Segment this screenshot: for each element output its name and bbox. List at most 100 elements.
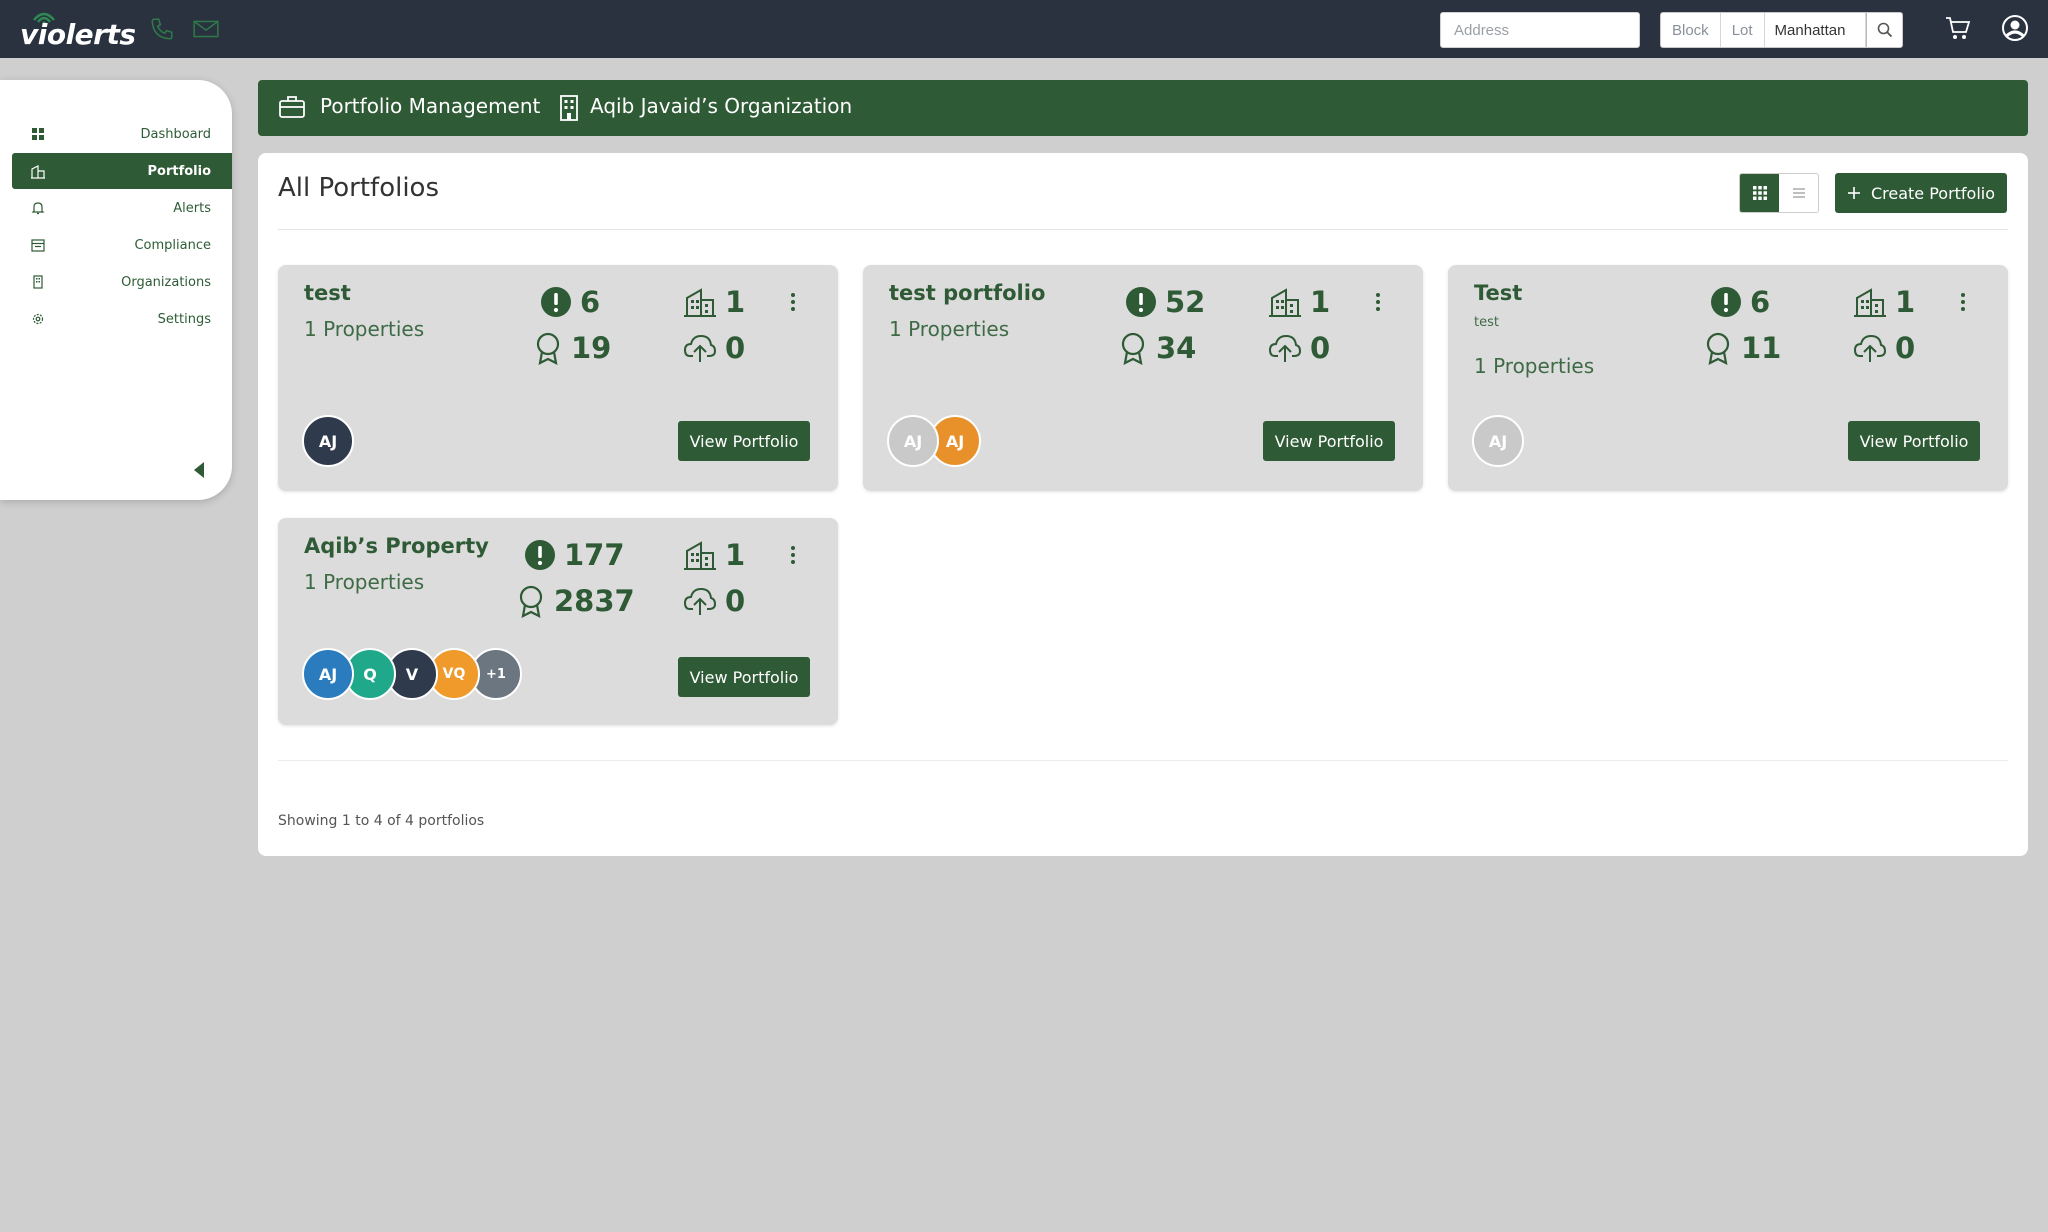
more-options-icon[interactable]	[788, 544, 798, 566]
members-avatars: AJ	[1472, 415, 1524, 467]
create-portfolio-label: Create Portfolio	[1870, 183, 1996, 203]
uploads-count: 0	[725, 331, 746, 365]
cloud-upload-icon	[1853, 334, 1887, 362]
section-title: Portfolio Management	[320, 94, 541, 118]
mail-icon[interactable]	[192, 16, 220, 42]
portfolio-name[interactable]: Test	[1474, 281, 1522, 305]
sidebar-item-label: Dashboard	[140, 126, 211, 142]
portfolio-name[interactable]: test portfolio	[889, 281, 1045, 305]
certificates-stat: 34	[1118, 331, 1196, 365]
buildings-count: 1	[1310, 285, 1331, 319]
alert-icon	[1711, 287, 1741, 317]
view-portfolio-button[interactable]: View Portfolio	[678, 657, 810, 697]
search-icon	[1877, 22, 1893, 38]
avatar[interactable]: AJ	[302, 415, 354, 467]
buildings-icon	[1854, 288, 1886, 317]
create-portfolio-button[interactable]: Create Portfolio	[1835, 173, 2007, 213]
logo-text: violerts	[20, 18, 136, 51]
calendar-icon	[31, 239, 45, 252]
portfolio-description: test	[1474, 315, 1499, 330]
properties-count: 1 Properties	[304, 570, 425, 594]
sidebar: Dashboard Portfolio Alerts Compliance Or…	[0, 80, 232, 500]
buildings-stat: 1	[683, 538, 745, 572]
buildings-icon	[1269, 288, 1301, 317]
uploads-count: 0	[725, 584, 746, 618]
organization-name[interactable]: Aqib Javaid’s Organization	[590, 94, 852, 118]
avatar[interactable]: AJ	[887, 415, 939, 467]
top-navbar: violerts Block Lot Manhattan	[0, 0, 2048, 58]
buildings-icon	[684, 288, 716, 317]
portfolio-card[interactable]: Aqib’s Property 1 Properties 177 1 2837 0 AJ Q V…	[278, 518, 838, 725]
certificates-count: 2837	[554, 584, 635, 618]
portfolio-card[interactable]: test 1 Properties 6 1 19 0 AJ View Portfolio	[278, 265, 838, 491]
avatar[interactable]: AJ	[302, 648, 354, 700]
sidebar-item-alerts[interactable]: Alerts	[12, 190, 232, 226]
members-avatars: AJ AJ	[887, 415, 981, 467]
sidebar-item-label: Organizations	[121, 274, 211, 290]
uploads-stat: 0	[683, 331, 745, 365]
bbl-search-button[interactable]	[1866, 13, 1903, 47]
avatar[interactable]: AJ	[1472, 415, 1524, 467]
alert-icon	[541, 287, 571, 317]
properties-count: 1 Properties	[304, 317, 425, 341]
building-icon	[33, 275, 43, 289]
list-view-icon	[1792, 188, 1805, 198]
uploads-stat: 0	[1853, 331, 1915, 365]
certificate-ribbon-icon	[519, 585, 543, 618]
alerts-stat: 52	[1125, 285, 1205, 319]
members-avatars: AJ Q V VQ +1	[302, 648, 522, 700]
violerts-logo[interactable]: violerts	[20, 8, 136, 52]
building-icon	[560, 95, 578, 121]
address-search-input[interactable]	[1440, 12, 1640, 48]
portfolio-name[interactable]: test	[304, 281, 351, 305]
block-field[interactable]: Block	[1661, 13, 1721, 47]
cart-icon[interactable]	[1944, 14, 1972, 42]
page-title: All Portfolios	[278, 173, 440, 203]
uploads-count: 0	[1895, 331, 1916, 365]
certificates-stat: 19	[533, 331, 611, 365]
alerts-count: 6	[580, 285, 601, 319]
buildings-stat: 1	[683, 285, 745, 319]
view-portfolio-button[interactable]: View Portfolio	[678, 421, 810, 461]
sidebar-item-portfolio[interactable]: Portfolio	[12, 153, 232, 189]
gear-icon	[32, 313, 44, 325]
portfolio-card[interactable]: test portfolio 1 Properties 52 1 34 0 AJ AJ View…	[863, 265, 1423, 491]
view-portfolio-button[interactable]: View Portfolio	[1263, 421, 1395, 461]
sidebar-item-organizations[interactable]: Organizations	[12, 264, 232, 300]
alerts-stat: 6	[1710, 285, 1770, 319]
more-options-icon[interactable]	[788, 291, 798, 313]
uploads-count: 0	[1310, 331, 1331, 365]
sidebar-item-label: Alerts	[173, 200, 211, 216]
certificates-stat: 11	[1703, 331, 1781, 365]
members-avatars: AJ	[302, 415, 354, 467]
borough-select[interactable]: Manhattan	[1765, 13, 1867, 47]
more-options-icon[interactable]	[1373, 291, 1383, 313]
buildings-count: 1	[1895, 285, 1916, 319]
sidebar-item-compliance[interactable]: Compliance	[12, 227, 232, 263]
phone-icon[interactable]	[148, 16, 176, 42]
more-options-icon[interactable]	[1958, 291, 1968, 313]
list-view-button[interactable]	[1779, 174, 1818, 212]
portfolio-card[interactable]: Test test 1 Properties 6 1 11 0 AJ View Portfoli…	[1448, 265, 2008, 491]
grid-view-button[interactable]	[1740, 174, 1779, 212]
collapse-sidebar-icon[interactable]	[192, 460, 206, 480]
briefcase-icon	[279, 96, 305, 118]
alert-icon	[525, 540, 555, 570]
alerts-count: 177	[564, 538, 625, 572]
bbl-search: Block Lot Manhattan	[1660, 12, 1904, 48]
divider	[278, 229, 2008, 230]
view-portfolio-button[interactable]: View Portfolio	[1848, 421, 1980, 461]
lot-field[interactable]: Lot	[1721, 13, 1765, 47]
alert-icon	[1126, 287, 1156, 317]
certificates-count: 34	[1156, 331, 1197, 365]
buildings-count: 1	[725, 285, 746, 319]
sidebar-item-settings[interactable]: Settings	[12, 301, 232, 337]
cloud-upload-icon	[683, 334, 717, 362]
properties-count: 1 Properties	[889, 317, 1010, 341]
uploads-stat: 0	[1268, 331, 1330, 365]
portfolios-panel: All Portfolios Create Portfolio test 1 P…	[258, 153, 2028, 856]
portfolio-name[interactable]: Aqib’s Property	[304, 534, 489, 558]
certificates-count: 19	[571, 331, 612, 365]
sidebar-item-dashboard[interactable]: Dashboard	[12, 116, 232, 152]
user-account-icon[interactable]	[2000, 13, 2030, 43]
